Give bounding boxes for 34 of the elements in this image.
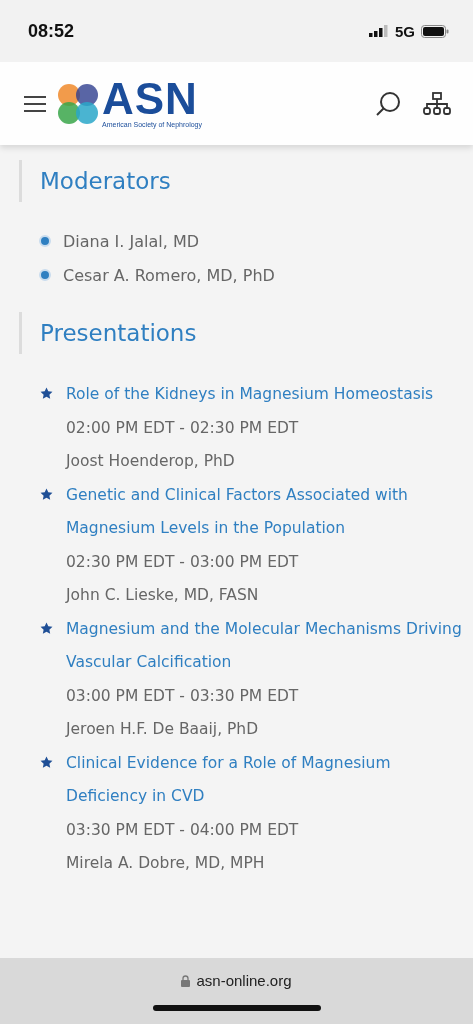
network-label: 5G <box>395 22 415 40</box>
sitemap-icon[interactable] <box>423 91 451 116</box>
logo-wordmark: ASN <box>102 79 198 119</box>
presentation-title-link[interactable]: Genetic and Clinical Factors Associated with Magnesium Levels in the Population <box>66 478 473 546</box>
star-icon <box>40 621 53 635</box>
battery-icon <box>421 24 449 38</box>
moderator-name: Cesar A. Romero, MD, PhD <box>63 265 275 285</box>
presentation-title-link[interactable]: Clinical Evidence for a Role of Magnesium Deficiency in CVD <box>66 746 473 814</box>
bullet-icon <box>39 235 51 247</box>
speaker-name: John C. Lieske, MD, FASN <box>66 585 260 606</box>
lock-icon <box>181 974 191 987</box>
presentation-time: 03:30 PM EDT - 04:00 PM EDT <box>66 819 300 841</box>
signal-icon <box>369 25 389 37</box>
overlapping-circles-logo-icon <box>56 81 100 126</box>
presentation-time: 02:00 PM EDT - 02:30 PM EDT <box>66 417 300 439</box>
status-time: 08:52 <box>28 20 75 42</box>
presentation-time: 02:30 PM EDT - 03:00 PM EDT <box>66 551 300 573</box>
section-heading: Moderators <box>40 167 172 196</box>
speaker-name: Joost Hoenderop, PhD <box>66 451 236 472</box>
menu-icon[interactable] <box>24 95 46 112</box>
presentation-time: 03:00 PM EDT - 03:30 PM EDT <box>66 685 300 707</box>
search-icon[interactable] <box>375 90 401 117</box>
section-heading: Presentations <box>40 319 198 348</box>
star-icon <box>40 487 53 501</box>
star-icon <box>40 387 53 400</box>
speaker-name: Mirela A. Dobre, MD, MPH <box>66 853 266 874</box>
speaker-name: Jeroen H.F. De Baaij, PhD <box>66 719 260 740</box>
presentation-title-link[interactable]: Role of the Kidneys in Magnesium Homeostasis <box>66 378 434 412</box>
address-bar[interactable]: asn-online.org <box>0 958 473 1024</box>
url-text: asn-online.org <box>196 972 292 989</box>
moderator-name: Diana I. Jalal, MD <box>63 231 199 251</box>
star-icon <box>40 755 53 769</box>
presentation-title-link[interactable]: Magnesium and the Molecular Mechanisms Driving Vascular Calcification <box>66 612 473 680</box>
bullet-icon <box>39 269 51 281</box>
